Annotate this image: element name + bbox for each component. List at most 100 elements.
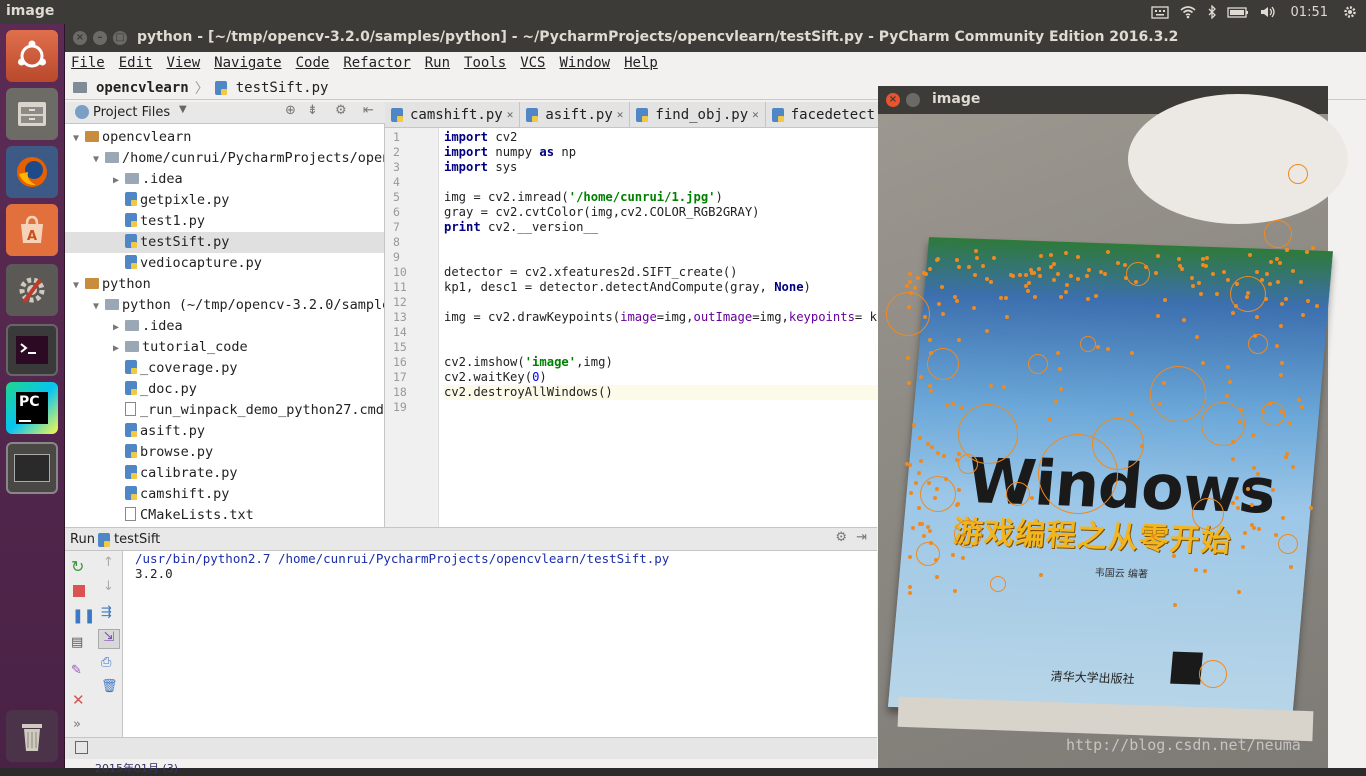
trash-icon[interactable]: 🗑 <box>101 679 118 694</box>
more-icon[interactable]: » <box>73 717 81 732</box>
maximize-icon[interactable]: □ <box>113 31 127 45</box>
tree-item[interactable]: _coverage.py <box>65 358 238 379</box>
arrow-down-icon[interactable]: ↓ <box>103 579 114 594</box>
tree-item[interactable]: ▶ .idea <box>65 169 183 190</box>
settings-gear-icon[interactable]: ⚙ <box>835 530 847 545</box>
code-line: cv2.destroyAllWindows() <box>444 385 889 400</box>
tree-item[interactable]: browse.py <box>65 442 213 463</box>
print-icon[interactable]: ⎙ <box>101 655 111 670</box>
hide-panel-icon[interactable]: ⇤ <box>363 103 374 118</box>
ubuntu-dash-icon[interactable] <box>6 30 58 82</box>
chevron-down-icon[interactable]: ▼ <box>93 296 105 317</box>
minimize-icon[interactable] <box>906 93 920 107</box>
pause-icon[interactable]: ❚❚ <box>72 608 95 624</box>
software-center-icon[interactable]: A <box>6 204 58 256</box>
chevron-down-icon[interactable]: ▼ <box>73 275 85 296</box>
tree-item[interactable]: vediocapture.py <box>65 253 262 274</box>
trash-icon[interactable] <box>6 710 58 762</box>
menu-tools[interactable]: Tools <box>464 55 506 71</box>
hide-panel-icon[interactable]: ⇥ <box>856 530 867 545</box>
scroll-from-source-icon[interactable]: ⊕ <box>285 103 296 118</box>
tree-item[interactable]: asift.py <box>65 421 205 442</box>
clock[interactable]: 01:51 <box>1287 5 1332 20</box>
close-tab-icon[interactable]: ✕ <box>507 108 514 121</box>
tree-item[interactable]: ▶ tutorial_code <box>65 337 248 358</box>
menu-run[interactable]: Run <box>425 55 450 71</box>
close-tab-icon[interactable]: ✕ <box>617 108 624 121</box>
menu-help[interactable]: Help <box>624 55 658 71</box>
breadcrumb-file[interactable]: testSift.py <box>236 80 329 96</box>
keyboard-icon[interactable] <box>1150 5 1169 19</box>
soft-wrap-icon[interactable]: ⇶ <box>101 605 112 620</box>
bluetooth-icon[interactable] <box>1207 5 1217 19</box>
tree-item[interactable]: ▼ opencvlearn <box>65 127 191 148</box>
tree-item[interactable]: ▼ /home/cunrui/PycharmProjects/opencvlear… <box>65 148 384 170</box>
chevron-right-icon[interactable]: ▶ <box>113 170 125 191</box>
tree-item[interactable]: ▼ python (~/tmp/opencv-3.2.0/samples/pyth… <box>65 295 384 317</box>
tab-facedetect[interactable]: facedetect <box>766 102 883 127</box>
tree-item[interactable]: camshift.py <box>65 484 229 505</box>
tree-item[interactable]: _doc.py <box>65 379 197 400</box>
files-icon[interactable] <box>6 88 58 140</box>
chevron-right-icon[interactable]: ▶ <box>113 317 125 338</box>
collapse-all-icon[interactable]: ⇟ <box>307 103 318 118</box>
tree-item[interactable]: ▶ .idea <box>65 316 183 337</box>
gear-icon[interactable] <box>1342 4 1358 20</box>
keypoint-dot <box>1075 254 1080 259</box>
keypoint-dot <box>1299 280 1304 285</box>
breadcrumb-project[interactable]: opencvlearn <box>96 80 189 96</box>
close-icon[interactable]: × <box>73 31 87 45</box>
menu-code[interactable]: Code <box>296 55 330 71</box>
settings-gear-icon[interactable]: ⚙ <box>335 103 347 118</box>
scroll-to-end-icon[interactable]: ⇲ <box>98 629 120 649</box>
tab-asift[interactable]: asift.py ✕ <box>520 102 631 127</box>
close-tab-icon[interactable]: ✕ <box>752 108 759 121</box>
keypoint-dot <box>936 302 941 307</box>
project-view-selector[interactable]: Project Files <box>93 105 170 120</box>
volume-icon[interactable] <box>1259 5 1277 19</box>
python-file-icon <box>125 213 137 227</box>
pin-icon[interactable]: ✎ <box>71 663 82 678</box>
menu-refactor[interactable]: Refactor <box>343 55 410 71</box>
firefox-icon[interactable] <box>6 146 58 198</box>
close-icon[interactable]: × <box>886 93 900 107</box>
menu-edit[interactable]: Edit <box>119 55 153 71</box>
rerun-icon[interactable]: ↻ <box>71 557 84 576</box>
code-editor[interactable]: import cv2 import numpy as np import sys im… <box>439 128 889 527</box>
chevron-down-icon[interactable]: ▼ <box>93 149 105 170</box>
tree-item[interactable]: ▼ python <box>65 274 151 295</box>
keypoint-dot <box>1287 421 1292 426</box>
close-icon[interactable]: ✕ <box>72 691 85 709</box>
arrow-up-icon[interactable]: ↑ <box>103 555 114 570</box>
workspace-switcher-icon[interactable] <box>6 442 58 494</box>
tree-item[interactable]: testSift.py <box>65 232 384 253</box>
chevron-right-icon[interactable]: ▶ <box>113 338 125 359</box>
battery-icon[interactable] <box>1226 5 1249 19</box>
chevron-down-icon[interactable]: ▼ <box>179 104 187 115</box>
tree-item[interactable]: getpixle.py <box>65 190 229 211</box>
stop-icon[interactable] <box>73 585 85 597</box>
keypoint-dot <box>955 257 960 262</box>
menu-navigate[interactable]: Navigate <box>214 55 281 71</box>
keypoint-dot <box>1273 533 1278 538</box>
settings-icon[interactable] <box>6 264 58 316</box>
menu-file[interactable]: File <box>71 55 105 71</box>
tab-camshift[interactable]: camshift.py ✕ <box>385 102 521 127</box>
layout-icon[interactable]: ▤ <box>71 635 83 650</box>
tool-window-toggle-icon[interactable] <box>75 741 88 754</box>
tree-item[interactable]: CMakeLists.txt <box>65 505 254 526</box>
tree-item[interactable]: _run_winpack_demo_python27.cmd <box>65 400 384 421</box>
tree-item[interactable]: calibrate.py <box>65 463 238 484</box>
pycharm-icon[interactable]: PC <box>6 382 58 434</box>
minimize-icon[interactable]: – <box>93 31 107 45</box>
menu-vcs[interactable]: VCS <box>520 55 545 71</box>
menu-window[interactable]: Window <box>560 55 611 71</box>
tree-item[interactable]: test1.py <box>65 211 205 232</box>
run-console-output[interactable]: /usr/bin/python2.7 /home/cunrui/PycharmP… <box>123 551 877 737</box>
tab-find-obj[interactable]: find_obj.py ✕ <box>630 102 766 127</box>
chevron-down-icon[interactable]: ▼ <box>73 128 85 149</box>
wifi-icon[interactable] <box>1179 5 1197 19</box>
terminal-icon[interactable] <box>6 324 58 376</box>
menu-view[interactable]: View <box>166 55 200 71</box>
run-tab-label[interactable]: testSift <box>114 532 160 547</box>
